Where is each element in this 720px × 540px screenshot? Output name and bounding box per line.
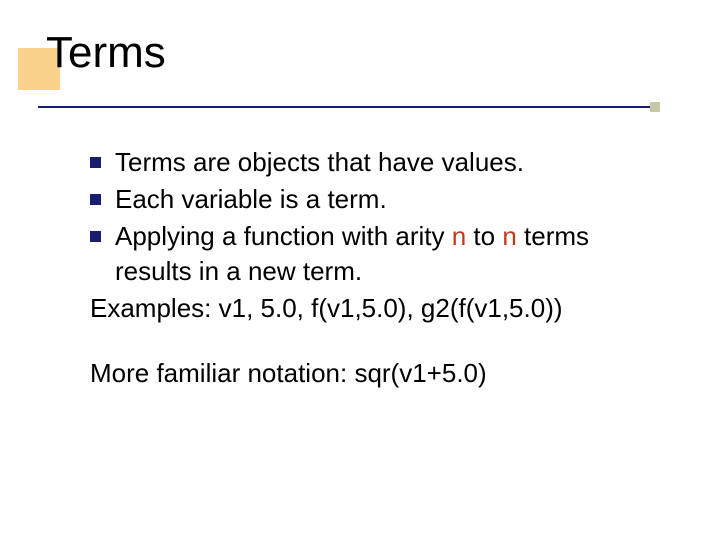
bullet-text-hl1: n — [452, 221, 466, 251]
square-bullet-icon — [90, 231, 101, 242]
bullet-text-pre: Terms are objects that have values. — [115, 147, 524, 177]
bullet-text-mid: to — [466, 221, 502, 251]
bullet-text: Each variable is a term. — [115, 182, 650, 217]
spacer — [90, 326, 650, 354]
slide-body: Terms are objects that have values. Each… — [90, 145, 650, 392]
bullet-text-pre: Each variable is a term. — [115, 184, 387, 214]
bullet-item: Terms are objects that have values. — [90, 145, 650, 180]
bullet-text: Applying a function with arity n to n te… — [115, 219, 650, 289]
title-underline — [38, 106, 658, 108]
square-bullet-icon — [90, 157, 101, 168]
more-line: More familiar notation: sqr(v1+5.0) — [90, 356, 650, 391]
square-bullet-icon — [90, 194, 101, 205]
examples-line: Examples: v1, 5.0, f(v1,5.0), g2(f(v1,5.… — [90, 291, 650, 326]
slide-title: Terms — [46, 28, 166, 78]
bullet-text-hl2: n — [502, 221, 516, 251]
bullet-text: Terms are objects that have values. — [115, 145, 650, 180]
bullet-item: Each variable is a term. — [90, 182, 650, 217]
bullet-item: Applying a function with arity n to n te… — [90, 219, 650, 289]
title-underline-endcap — [650, 102, 660, 112]
bullet-text-pre: Applying a function with arity — [115, 221, 452, 251]
